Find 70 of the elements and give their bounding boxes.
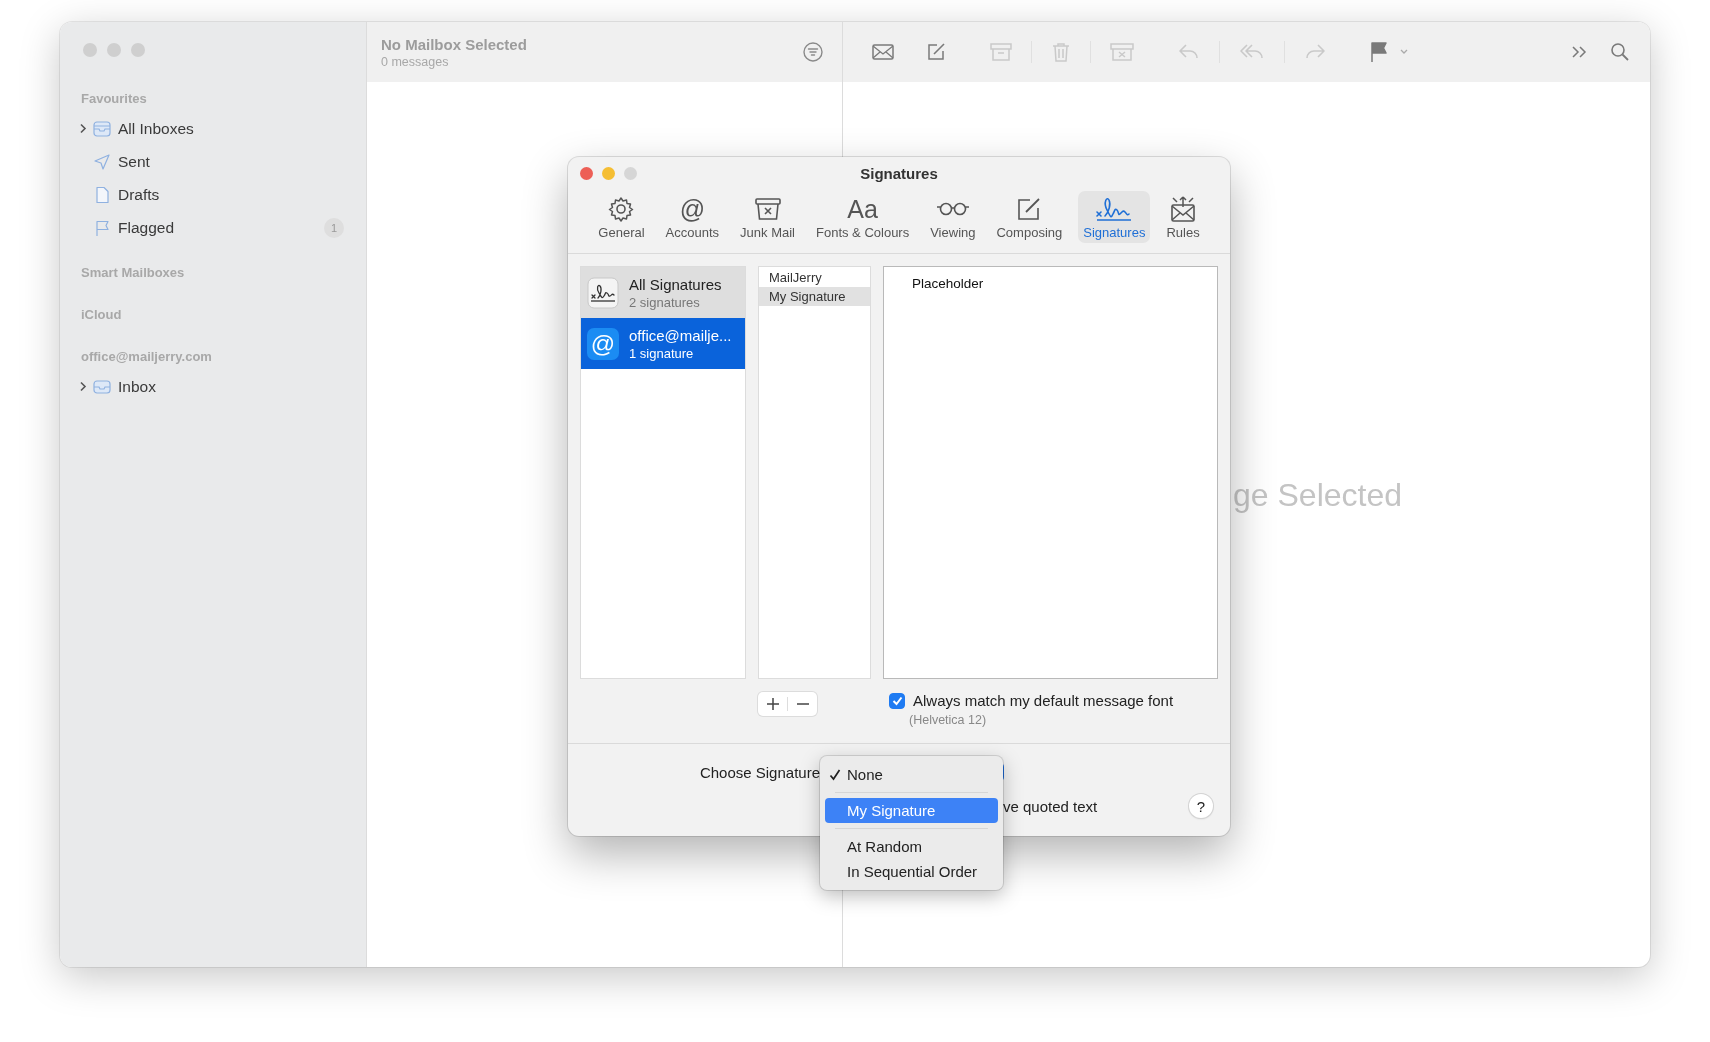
section-heading: office@mailjerry.com [80, 348, 213, 366]
preferences-tab[interactable]: General [593, 191, 650, 243]
menu-item[interactable]: None [825, 762, 998, 787]
checkmark-icon [829, 768, 841, 781]
close-button[interactable] [580, 167, 593, 180]
menu-item[interactable]: In Sequential Order [825, 859, 998, 884]
paper-plane-icon [92, 152, 112, 171]
preferences-tab[interactable]: Aa Fonts & Colours [811, 191, 915, 243]
menu-item[interactable]: At Random [825, 834, 998, 859]
signature-icon [1095, 196, 1134, 222]
preferences-tab[interactable]: Junk Mail [735, 191, 800, 243]
signature-count: 2 signatures [629, 294, 701, 310]
checkbox-label: ve quoted text [1003, 797, 1099, 815]
gear-icon [608, 196, 635, 222]
plus-icon [766, 698, 779, 710]
preferences-tab[interactable]: Composing [991, 191, 1068, 243]
signature-item[interactable]: MailJerry [759, 268, 870, 287]
minimize-button[interactable] [602, 167, 615, 180]
section-heading: Smart Mailboxes [80, 264, 186, 282]
signature-editor[interactable]: Placeholder [883, 266, 1218, 679]
sidebar-item[interactable]: Inbox [74, 370, 366, 403]
choose-signature-label: Choose Signature [698, 763, 820, 781]
preferences-tab[interactable]: Viewing [925, 191, 981, 243]
tray-icon [92, 377, 112, 396]
compose-icon [1016, 196, 1043, 222]
double-chevron-icon[interactable] [1570, 44, 1588, 60]
signature-count: 1 signature [629, 345, 695, 361]
chevron-icon[interactable] [79, 381, 87, 392]
checkbox[interactable] [889, 692, 905, 709]
caret-icon[interactable] [1399, 48, 1409, 56]
mailbox-title: No Mailbox Selected [381, 35, 527, 53]
envelope-icon[interactable] [871, 42, 895, 62]
sidebar-item[interactable]: Sent [74, 145, 366, 178]
glasses-icon [935, 201, 970, 217]
account-icon: @ [587, 327, 619, 360]
account-item[interactable]: All Signatures 2 signatures [581, 267, 745, 318]
account-name: All Signatures [629, 275, 722, 293]
junk-box-icon [753, 197, 782, 221]
flag-icon[interactable] [1369, 41, 1389, 63]
font-note: (Helvetica 12) [909, 713, 988, 727]
menu-item[interactable]: My Signature [825, 798, 998, 823]
unread-count: 1 [324, 217, 344, 238]
compose-icon[interactable] [925, 41, 947, 63]
envelope-arrows-icon [1169, 195, 1198, 223]
mailbox-name: Inbox [118, 377, 157, 396]
preferences-tab[interactable]: @ Accounts [660, 191, 725, 243]
section-heading: Favourites [80, 90, 148, 108]
signature-icon [587, 276, 619, 309]
filter-icon[interactable] [802, 41, 824, 63]
mailbox-name: All Inboxes [118, 119, 195, 138]
section-heading: iCloud [80, 306, 123, 324]
preferences-tab[interactable]: Rules [1161, 191, 1205, 243]
sidebar-item[interactable]: All Inboxes [74, 112, 366, 145]
signature-item[interactable]: My Signature [759, 287, 870, 306]
sidebar-item[interactable]: Drafts [74, 178, 366, 211]
dialog-title: Signatures [860, 164, 938, 182]
empty-message-text: ge Selected [1233, 477, 1402, 514]
help-button[interactable]: ? [1189, 794, 1213, 818]
preferences-tab[interactable]: Signatures [1078, 191, 1151, 243]
message-count: 0 messages [381, 54, 450, 69]
account-name: office@mailje... [629, 326, 732, 344]
signature-text: Placeholder [912, 276, 984, 291]
mailbox-name: Drafts [118, 185, 161, 204]
search-icon[interactable] [1610, 42, 1630, 62]
mailbox-name: Flagged [118, 218, 175, 237]
checkbox-label: Always match my default message font [913, 692, 1174, 709]
mailbox-name: Sent [118, 152, 151, 171]
sidebar-item[interactable]: Flagged 1 [74, 211, 366, 244]
tray-icon [92, 119, 112, 138]
chevron-icon[interactable] [79, 123, 87, 134]
